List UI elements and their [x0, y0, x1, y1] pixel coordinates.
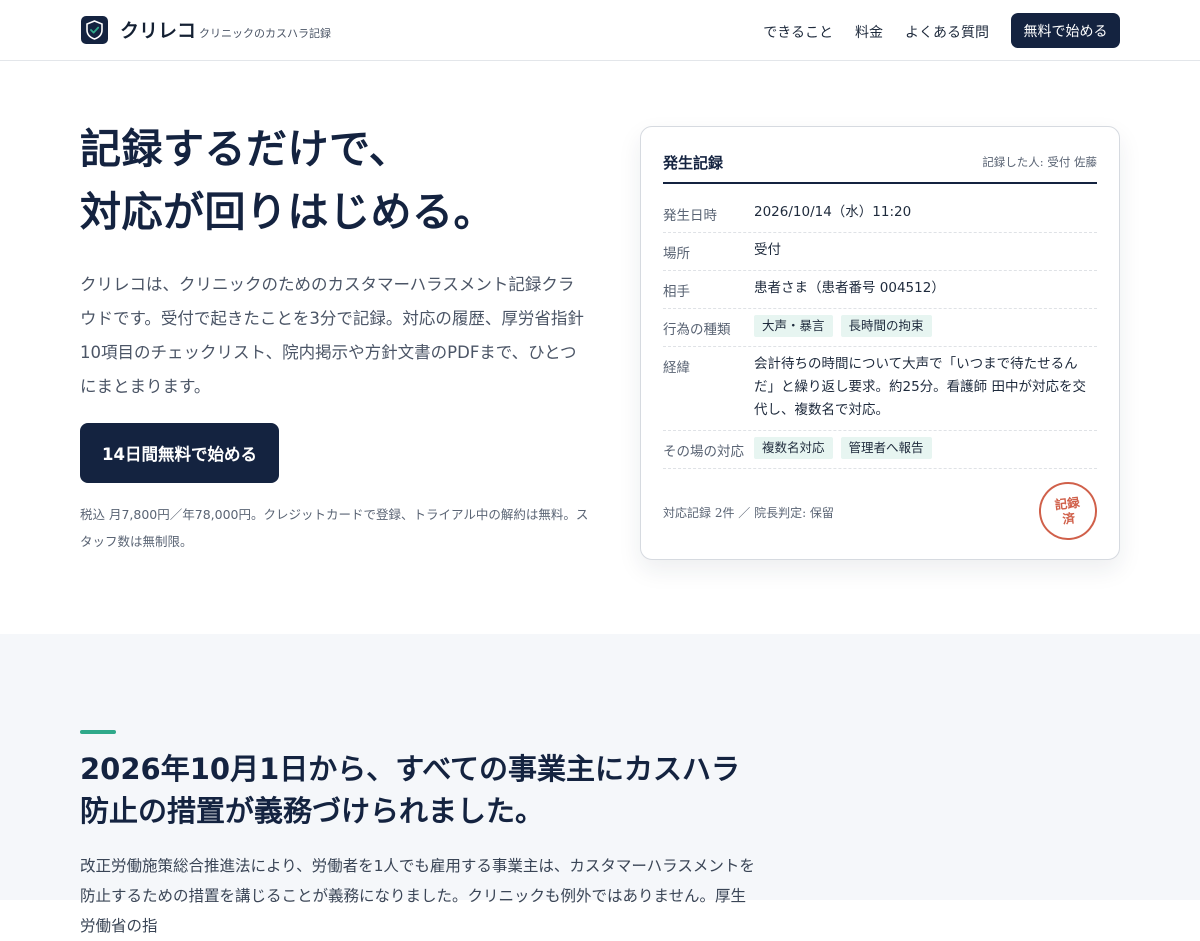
- field-row-datetime: 発生日時 2026/10/14（水）11:20: [663, 195, 1097, 233]
- field-value: 2026/10/14（水）11:20: [754, 204, 912, 220]
- card-footer-summary: 対応記録 2件 ／ 院長判定: 保留: [663, 506, 834, 520]
- field-value-tags: 大声・暴言 長時間の拘束: [754, 309, 1097, 346]
- obligation-section: 2026年10月1日から、すべての事業主にカスハラ防止の措置が義務づけられました…: [0, 634, 1200, 935]
- incident-record-card: 発生記録 記録した人: 受付 佐藤 発生日時 2026/10/14（水）11:2…: [640, 126, 1120, 560]
- brand-tagline: クリニックのカスハラ記録: [199, 27, 331, 40]
- card-title: 発生記録: [663, 154, 724, 172]
- brand-name[interactable]: クリレコ: [120, 16, 196, 43]
- response-tag: 複数名対応: [754, 437, 833, 459]
- nav-faq[interactable]: よくある質問: [905, 22, 989, 42]
- field-row-response: その場の対応 複数名対応 管理者へ報告: [663, 431, 1097, 469]
- field-row-behavior-type: 行為の種類 大声・暴言 長時間の拘束: [663, 309, 1097, 347]
- section-body: 改正労働施策総合推進法により、労働者を1人でも雇用する事業主は、カスタマーハラス…: [80, 857, 755, 935]
- field-row-details: 経緯 会計待ちの時間について大声で「いつまで待たせるんだ」と繰り返し要求。約25…: [663, 347, 1097, 431]
- nav-pricing[interactable]: 料金: [855, 22, 883, 42]
- nav-features[interactable]: できること: [763, 22, 833, 42]
- field-value: 会計待ちの時間について大声で「いつまで待たせるんだ」と繰り返し要求。約25分。看…: [754, 356, 1086, 418]
- section-accent-bar: [80, 730, 116, 734]
- field-value: 患者さま（患者番号 004512）: [754, 280, 945, 296]
- field-label: 経緯: [663, 360, 690, 376]
- header-start-free-button[interactable]: 無料で始める: [1011, 13, 1120, 48]
- hero-trial-button[interactable]: 14日間無料で始める: [80, 423, 279, 483]
- field-label: 発生日時: [663, 208, 717, 224]
- card-recorder: 記録した人: 受付 佐藤: [982, 155, 1097, 169]
- card-header: 発生記録 記録した人: 受付 佐藤: [663, 149, 1097, 184]
- hero-description: クリレコは、クリニックのためのカスタマーハラスメント記録クラウドです。受付で起き…: [80, 275, 584, 396]
- behavior-tag: 大声・暴言: [754, 315, 833, 337]
- field-row-party: 相手 患者さま（患者番号 004512）: [663, 271, 1097, 309]
- recorded-stamp: 記録 済: [1036, 479, 1100, 543]
- record-fields: 発生日時 2026/10/14（水）11:20 場所 受付 相手 患者さま（患者…: [663, 195, 1097, 469]
- price-note: 税込 月7,800円／年78,000円。クレジットカードで登録、トライアル中の解…: [80, 507, 589, 549]
- field-label: その場の対応: [663, 444, 744, 460]
- stamp-line-1: 記録: [1053, 494, 1081, 513]
- shield-logo-icon[interactable]: [81, 16, 108, 44]
- field-row-location: 場所 受付: [663, 233, 1097, 271]
- hero-title: 記録するだけで、 対応が回りはじめる。: [80, 118, 495, 244]
- section-title: 2026年10月1日から、すべての事業主にカスハラ防止の措置が義務づけられました…: [80, 752, 741, 828]
- site-header: クリレコ クリニックのカスハラ記録 できること 料金 よくある質問 無料で始める: [0, 0, 1200, 61]
- field-label: 行為の種類: [663, 322, 731, 338]
- main-nav: できること 料金 よくある質問: [763, 22, 989, 42]
- field-value: 受付: [754, 242, 781, 258]
- field-label: 場所: [663, 246, 690, 262]
- behavior-tag: 長時間の拘束: [840, 315, 932, 337]
- response-tag: 管理者へ報告: [840, 437, 932, 459]
- hero-title-line-1: 記録するだけで、: [80, 125, 411, 173]
- field-value-tags: 複数名対応 管理者へ報告: [754, 431, 1097, 468]
- hero-title-line-2: 対応が回りはじめる。: [80, 188, 495, 236]
- field-label: 相手: [663, 284, 690, 300]
- stamp-line-2: 済: [1061, 510, 1076, 527]
